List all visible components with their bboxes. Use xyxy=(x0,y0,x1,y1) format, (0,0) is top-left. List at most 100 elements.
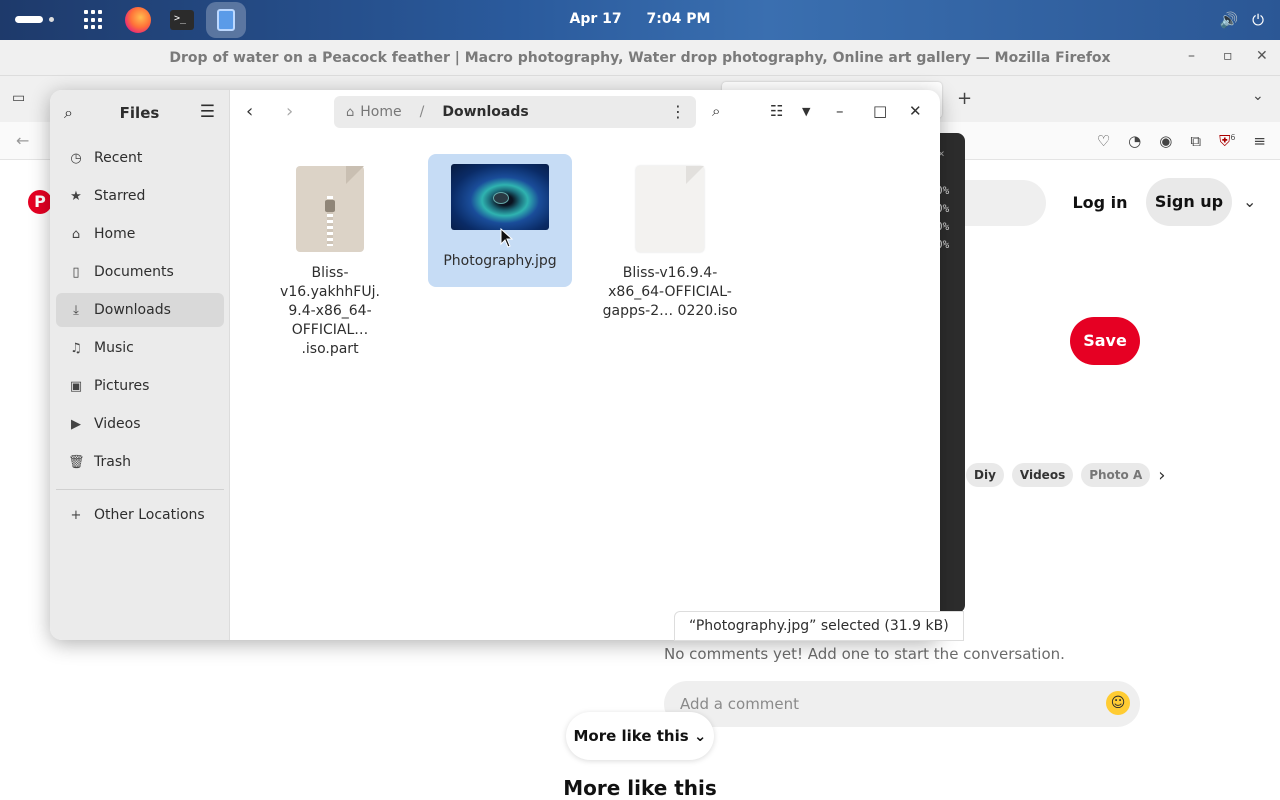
sidebar-item-label: Music xyxy=(94,340,134,356)
topic-chips: Diy Videos Photo A › xyxy=(966,463,1165,487)
sidebar-item-recent[interactable]: ◷ Recent xyxy=(56,141,224,175)
archive-file-icon xyxy=(296,166,364,252)
home-icon: ⌂ xyxy=(71,226,81,242)
kebab-menu-icon[interactable]: ⋮ xyxy=(670,102,686,121)
system-top-bar: >_ Apr 17 7:04 PM 🔊 ⏻ xyxy=(0,0,1280,40)
sidebar-item-videos[interactable]: ▶ Videos xyxy=(56,407,224,441)
maximize-icon[interactable]: □ xyxy=(873,102,887,120)
mouse-pointer-icon xyxy=(500,227,514,252)
comment-placeholder: Add a comment xyxy=(680,695,800,713)
login-button[interactable]: Log in xyxy=(1066,180,1134,226)
sidebar-item-other-locations[interactable]: + Other Locations xyxy=(56,498,224,532)
sidebar-item-starred[interactable]: ★ Starred xyxy=(56,179,224,213)
menu-icon[interactable]: ≡ xyxy=(1253,132,1266,150)
firefox-window-title: Drop of water on a Peacock feather | Mac… xyxy=(169,50,1111,66)
sidebar-item-label: Documents xyxy=(94,264,174,280)
power-icon[interactable]: ⏻ xyxy=(1252,11,1264,29)
home-icon: ⌂ xyxy=(346,104,355,120)
list-view-icon[interactable]: ☷ xyxy=(770,102,783,120)
comment-input[interactable]: Add a comment ☺ xyxy=(664,681,1140,727)
more-like-this-label: More like this xyxy=(573,727,689,745)
file-name-line: 9.4-x86_64- xyxy=(288,303,372,319)
sidebar-item-home[interactable]: ⌂ Home xyxy=(56,217,224,251)
minimize-icon[interactable]: – xyxy=(836,102,844,120)
sidebar-item-label: Home xyxy=(94,226,136,242)
account-icon[interactable]: ◉ xyxy=(1159,132,1172,150)
volume-icon[interactable]: 🔊 xyxy=(1219,11,1238,29)
close-icon[interactable]: ✕ xyxy=(1256,48,1268,64)
view-options-icon[interactable]: ▼ xyxy=(802,105,810,118)
sidebar-item-label: Other Locations xyxy=(94,507,205,523)
file-name-line: Photography.jpg xyxy=(443,253,557,269)
download-icon: ⤓ xyxy=(73,302,79,318)
hamburger-menu-icon[interactable]: ☰ xyxy=(200,102,215,122)
clock-time: 7:04 PM xyxy=(646,11,711,27)
sidebar-item-label: Downloads xyxy=(94,302,171,318)
music-icon: ♫ xyxy=(70,340,82,356)
sidebar-divider xyxy=(56,489,224,490)
file-item-bliss-part[interactable]: Bliss-v16.yakhhFUj. 9.4-x86_64- OFFICIAL… xyxy=(258,156,402,359)
sidebar-item-label: Trash xyxy=(94,454,131,470)
chevron-down-icon[interactable]: ⌄ xyxy=(1243,192,1256,211)
chip-videos[interactable]: Videos xyxy=(1011,463,1074,487)
sidebar-item-label: Recent xyxy=(94,150,143,166)
trash-icon: 🗑 xyxy=(68,454,85,470)
sync-icon[interactable]: ◔ xyxy=(1128,132,1141,150)
document-icon: ▯ xyxy=(72,264,80,280)
selection-status: “Photography.jpg” selected (31.9 kB) xyxy=(674,611,964,641)
chip-photo[interactable]: Photo A xyxy=(1081,463,1151,487)
search-folder-icon[interactable]: ⌕ xyxy=(712,102,720,120)
signup-button[interactable]: Sign up xyxy=(1146,178,1232,226)
no-comments-text: No comments yet! Add one to start the co… xyxy=(664,645,1065,663)
chip-diy[interactable]: Diy xyxy=(966,463,1004,487)
sidebar-item-label: Pictures xyxy=(94,378,150,394)
extensions-icon[interactable]: ⧉ xyxy=(1190,132,1201,150)
file-item-bliss-iso[interactable]: Bliss-v16.9.4- x86_64-OFFICIAL- gapps-2…… xyxy=(598,156,742,321)
more-like-this-button[interactable]: More like this ⌄ xyxy=(566,712,714,760)
video-icon: ▶ xyxy=(71,416,81,432)
more-like-this-heading: More like this xyxy=(563,776,717,800)
breadcrumb: ⌂ Home / Downloads ⋮ xyxy=(334,96,696,128)
files-window: ⌕ Files ☰ ◷ Recent ★ Starred ⌂ Home ▯ Docume… xyxy=(50,90,940,640)
maximize-icon[interactable]: ▫ xyxy=(1223,48,1233,64)
breadcrumb-current[interactable]: Downloads xyxy=(442,104,528,120)
save-button[interactable]: Save xyxy=(1070,317,1140,365)
clock[interactable]: Apr 17 7:04 PM xyxy=(0,11,1280,27)
star-icon: ★ xyxy=(70,188,82,204)
file-name-line: OFFICIAL… .iso.part xyxy=(291,322,369,357)
chevron-down-icon: ⌄ xyxy=(693,727,707,745)
sidebar-item-music[interactable]: ♫ Music xyxy=(56,331,224,365)
image-thumbnail xyxy=(451,164,549,230)
sidebar-item-label: Starred xyxy=(94,188,146,204)
new-tab-icon[interactable]: + xyxy=(957,88,972,109)
files-header: ‹ › ⌂ Home / Downloads ⋮ ⌕ ☷ ▼ – □ ✕ xyxy=(230,90,940,134)
file-item-photography[interactable]: Photography.jpg xyxy=(428,154,572,287)
files-content: Bliss-v16.yakhhFUj. 9.4-x86_64- OFFICIAL… xyxy=(230,134,940,640)
file-name-line: gapps-2… 0220.iso xyxy=(602,303,738,319)
emoji-icon[interactable]: ☺ xyxy=(1106,691,1130,715)
chevron-right-icon[interactable]: › xyxy=(1158,465,1165,486)
tab-list-icon[interactable]: ▭ xyxy=(12,90,25,106)
pinterest-logo-icon[interactable]: P xyxy=(28,190,52,214)
sidebar-item-downloads[interactable]: ⤓ Downloads xyxy=(56,293,224,327)
plus-icon: + xyxy=(70,507,82,523)
picture-icon: ▣ xyxy=(69,378,83,394)
sidebar-item-trash[interactable]: 🗑 Trash xyxy=(56,445,224,479)
clock-icon: ◷ xyxy=(70,150,82,166)
pocket-icon[interactable]: ♡ xyxy=(1097,132,1110,150)
tabs-dropdown-icon[interactable]: ⌄ xyxy=(1252,88,1264,104)
file-name-line: Bliss-v16.9.4- xyxy=(622,265,718,281)
clock-date: Apr 17 xyxy=(569,11,622,27)
back-icon[interactable]: ← xyxy=(16,131,29,150)
breadcrumb-home[interactable]: Home xyxy=(360,104,401,120)
file-name-line: x86_64-OFFICIAL- xyxy=(608,284,732,300)
sidebar-item-label: Videos xyxy=(94,416,141,432)
minimize-icon[interactable]: – xyxy=(1188,48,1195,64)
back-icon[interactable]: ‹ xyxy=(246,101,253,122)
close-icon[interactable]: ✕ xyxy=(909,102,922,120)
ublock-icon[interactable]: ⛨6 xyxy=(1219,132,1235,150)
sidebar-item-documents[interactable]: ▯ Documents xyxy=(56,255,224,289)
file-name-line: Bliss-v16.yakhhFUj. xyxy=(280,265,380,300)
forward-icon[interactable]: › xyxy=(286,101,293,122)
sidebar-item-pictures[interactable]: ▣ Pictures xyxy=(56,369,224,403)
